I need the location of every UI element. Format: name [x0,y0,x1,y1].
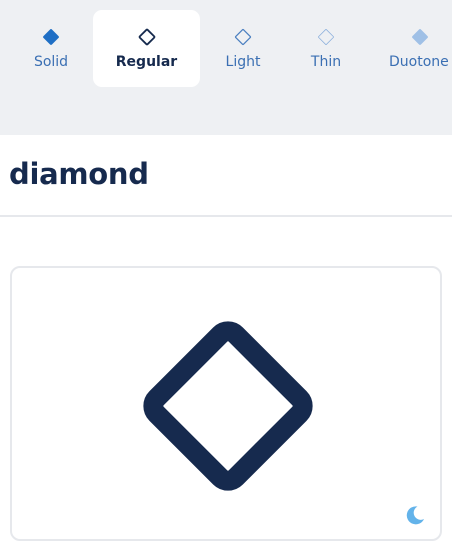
icon-preview-panel [10,266,442,541]
tab-duotone[interactable]: Duotone [388,10,452,87]
diamond-thin-icon [318,29,334,45]
divider [0,215,452,217]
tab-thin[interactable]: Thin [288,10,364,87]
diamond-light-icon [234,28,252,46]
diamond-solid-icon [43,29,59,45]
tab-duotone-label: Duotone [389,54,449,70]
tab-regular[interactable]: Regular [93,10,200,87]
diamond-regular-icon [138,28,155,46]
tab-regular-label: Regular [115,54,178,70]
style-tab-bar: Solid Regular Light Thin Duotone [0,0,452,135]
tab-light[interactable]: Light [205,10,281,87]
tab-light-label: Light [225,54,261,70]
tab-thin-label: Thin [310,54,342,70]
moon-icon[interactable] [404,504,426,526]
tab-solid[interactable]: Solid [14,10,88,87]
diamond-regular-icon [143,321,313,491]
tab-solid-label: Solid [33,54,69,70]
diamond-duotone-icon [412,29,428,45]
icon-name-title: diamond [9,157,149,191]
